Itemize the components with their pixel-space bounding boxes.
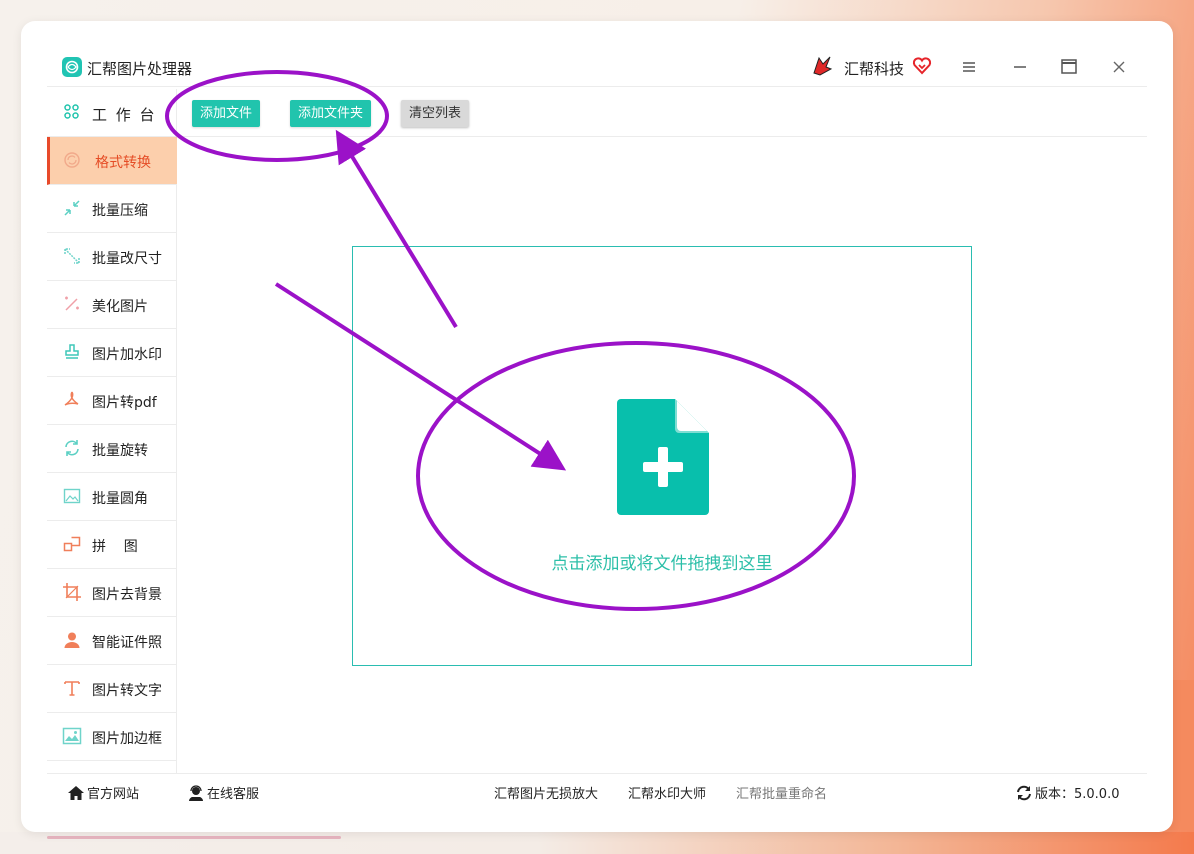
sidebar-item-label: 智能证件照 [92, 635, 162, 651]
convert-icon [64, 152, 80, 168]
sidebar-item-batch-rotate[interactable]: 批量旋转 [47, 425, 177, 473]
sidebar-item-label: 图片转文字 [92, 683, 162, 699]
sidebar-item-workbench[interactable]: 工 作 台 [47, 89, 177, 137]
sidebar-item-label: 图片加水印 [92, 347, 162, 363]
sidebar-item-image-to-text[interactable]: 图片转文字 [47, 665, 177, 713]
taskbar-indicator [47, 836, 341, 839]
add-file-button[interactable]: 添加文件 [192, 100, 261, 127]
dropzone-hint: 点击添加或将文件拖拽到这里 [551, 554, 773, 574]
text-icon [64, 681, 80, 696]
rotate-icon [65, 440, 79, 456]
sidebar-item-batch-compress[interactable]: 批量压缩 [47, 185, 177, 233]
add-folder-button[interactable]: 添加文件夹 [290, 100, 372, 127]
brand-logo-icon [813, 56, 833, 76]
sidebar-item-label: 图片加边框 [92, 731, 162, 747]
minimize-icon [1014, 66, 1026, 68]
sidebar-item-label: 批量压缩 [92, 203, 148, 219]
vip-heart-icon[interactable] [912, 56, 932, 76]
version-label: 版本：5.0.0.0 [1035, 787, 1120, 802]
online-support-link[interactable]: 在线客服 [187, 783, 259, 802]
minimize-button[interactable] [1008, 55, 1032, 79]
sidebar-item-to-pdf[interactable]: 图片转pdf [47, 377, 177, 425]
resize-icon [64, 248, 80, 264]
maximize-button[interactable] [1057, 55, 1081, 79]
online-support-label: 在线客服 [207, 787, 260, 802]
file-dropzone[interactable]: 点击添加或将文件拖拽到这里 [352, 246, 972, 666]
frame-icon [62, 727, 82, 745]
version-check[interactable]: 版本：5.0.0.0 [1015, 783, 1119, 802]
sidebar-item-label: 批量旋转 [92, 443, 148, 459]
crop-icon [63, 583, 81, 601]
sidebar-item-batch-resize[interactable]: 批量改尺寸 [47, 233, 177, 281]
sidebar-item-label: 格式转换 [95, 155, 151, 171]
watermark-icon [65, 344, 79, 359]
pdf-icon [64, 391, 79, 406]
footer-link-watermark-master[interactable]: 汇帮水印大师 [628, 783, 706, 802]
close-icon [1113, 61, 1125, 73]
app-logo-icon [62, 57, 82, 77]
puzzle-icon [63, 536, 81, 552]
sidebar-item-add-frame[interactable]: 图片加边框 [47, 713, 177, 761]
close-button[interactable] [1107, 55, 1131, 79]
app-window: 汇帮图片处理器 汇帮科技 工 作 台 格式转换 批量压缩 批量改尺寸 美化图片 … [21, 21, 1173, 832]
support-agent-icon [189, 785, 203, 801]
footer-link-upscale[interactable]: 汇帮图片无损放大 [494, 783, 598, 802]
sidebar-item-puzzle[interactable]: 拼 图 [47, 521, 177, 569]
sidebar-item-beautify[interactable]: 美化图片 [47, 281, 177, 329]
menu-button[interactable] [957, 55, 981, 79]
clear-list-button[interactable]: 清空列表 [401, 100, 470, 127]
grid-icon [64, 104, 79, 119]
person-icon [64, 632, 80, 648]
official-website-link[interactable]: 官方网站 [67, 783, 139, 802]
brand-name: 汇帮科技 [844, 60, 905, 78]
sidebar-item-id-photo[interactable]: 智能证件照 [47, 617, 177, 665]
compress-icon [64, 200, 80, 216]
round-corner-icon [63, 488, 81, 504]
sidebar-item-label: 批量圆角 [92, 491, 148, 507]
toolbar: 添加文件 添加文件夹 清空列表 [178, 89, 1147, 137]
refresh-icon [1017, 785, 1031, 801]
sidebar-item-format-convert[interactable]: 格式转换 [47, 137, 177, 185]
sidebar-item-watermark[interactable]: 图片加水印 [47, 329, 177, 377]
menu-icon [963, 62, 975, 72]
footer-link-batch-rename[interactable]: 汇帮批量重命名 [736, 783, 827, 802]
official-website-label: 官方网站 [87, 787, 140, 802]
add-file-icon [617, 399, 709, 515]
maximize-icon [1061, 59, 1077, 74]
title-bar: 汇帮图片处理器 汇帮科技 [47, 21, 1147, 87]
sidebar-item-label: 批量改尺寸 [92, 251, 162, 267]
sidebar-item-label: 美化图片 [92, 299, 148, 315]
footer-bar: 官方网站 在线客服 汇帮图片无损放大 汇帮水印大师 汇帮批量重命名 版本：5.0… [47, 773, 1147, 807]
sidebar-item-label: 图片转pdf [92, 395, 157, 411]
home-icon [68, 786, 84, 800]
sidebar-item-label: 工 作 台 [92, 106, 157, 124]
sidebar-item-label: 拼 图 [92, 539, 138, 555]
sidebar-item-label: 图片去背景 [92, 587, 162, 603]
sidebar-item-remove-background[interactable]: 图片去背景 [47, 569, 177, 617]
sidebar: 工 作 台 格式转换 批量压缩 批量改尺寸 美化图片 图片加水印 图片转pdf [47, 89, 177, 773]
app-title: 汇帮图片处理器 [87, 60, 193, 78]
sidebar-item-round-corner[interactable]: 批量圆角 [47, 473, 177, 521]
beautify-icon [65, 296, 79, 311]
